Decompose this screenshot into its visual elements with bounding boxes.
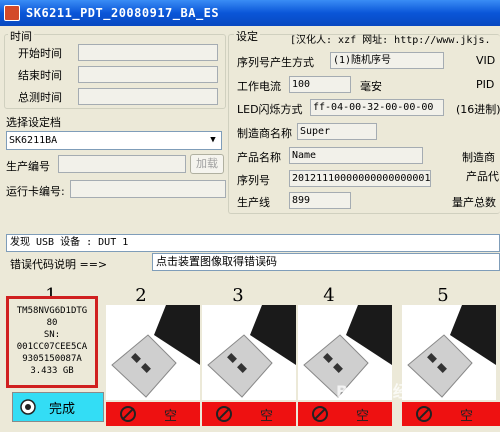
no-entry-icon: [216, 406, 232, 422]
device-found-line: 发现 USB 设备 : DUT 1: [6, 234, 500, 252]
serial-mode-label: 序列号产生方式: [237, 56, 314, 69]
maker-label: 制造商名称: [237, 127, 292, 140]
pid-label: PID: [476, 78, 495, 91]
vid-label: VID: [476, 54, 496, 67]
line-label: 生产线: [237, 196, 270, 209]
maker-field[interactable]: Super: [297, 123, 377, 140]
watermark: Baidu 经验: [336, 382, 425, 401]
slot-2-usb-image[interactable]: [106, 305, 200, 400]
slot-1-info-sn-b: 9305150087A: [22, 354, 82, 364]
manufacturer-label: 制造商: [462, 151, 495, 164]
slot-1-status[interactable]: 完成: [12, 392, 104, 422]
slot-1-info-model: TM58NVG6D1DTG: [16, 306, 88, 316]
serial-label: 生产编号: [6, 160, 50, 173]
current-label: 工作电流: [237, 80, 281, 93]
led-field[interactable]: ff-04-00-32-00-00-00: [310, 99, 444, 116]
end-time-label: 结束时间: [18, 69, 62, 82]
start-time-field: [78, 44, 218, 61]
runcard-field[interactable]: [70, 180, 226, 198]
error-code-field: 点击装置图像取得错误码: [152, 253, 500, 271]
slot-5-number: 5: [437, 285, 449, 306]
settings-header-note: [汉化人: xzf 网址: http://www.jkjs.: [290, 35, 491, 46]
config-select[interactable]: SK6211BA ▼: [6, 131, 222, 150]
serial-field[interactable]: [58, 155, 186, 173]
slot-4-status-text: 空: [356, 408, 370, 424]
slot-1-info-code: 80: [46, 318, 58, 328]
total-time-label: 总测时间: [18, 91, 62, 104]
gear-icon: [20, 399, 36, 415]
slot-1-status-text: 完成: [49, 401, 76, 417]
no-entry-icon: [416, 406, 432, 422]
error-code-label: 错误代码说明 ==>: [10, 258, 108, 271]
chevron-down-icon[interactable]: ▼: [205, 132, 221, 149]
slot-5-status-text: 空: [460, 408, 474, 424]
serial-number-label: 序列号: [237, 174, 270, 187]
time-group-label: 时间: [8, 28, 34, 44]
slot-1-info-sn-a: 001CC07CEE5CA: [16, 342, 88, 352]
title-bar[interactable]: SK6211_PDT_20080917_BA_ES: [0, 0, 500, 26]
led-label: LED闪烁方式: [237, 103, 303, 116]
slot-2-number: 2: [135, 285, 147, 306]
end-time-field: [78, 66, 218, 83]
slot-4-number: 4: [323, 285, 335, 306]
slot-3-usb-image[interactable]: [202, 305, 296, 400]
serial-mode-field[interactable]: (1)随机序号: [330, 52, 444, 69]
slot-2-status[interactable]: 空: [106, 402, 200, 426]
window-title: SK6211_PDT_20080917_BA_ES: [26, 6, 220, 20]
slot-3-number: 3: [232, 285, 244, 306]
slot-2-status-text: 空: [164, 408, 178, 424]
product-name-label: 产品名称: [237, 151, 281, 164]
slot-3-status-text: 空: [260, 408, 274, 424]
start-time-label: 开始时间: [18, 47, 62, 60]
select-config-label: 选择设定档: [6, 116, 61, 129]
current-field[interactable]: 100: [289, 76, 351, 93]
slot-4-status[interactable]: 空: [298, 402, 392, 426]
slot-1-info-sn-label: SN:: [43, 330, 61, 340]
settings-group-label: 设定: [234, 28, 260, 44]
product-code-label: 产品代: [466, 170, 499, 183]
product-name-field[interactable]: Name: [289, 147, 423, 164]
total-time-field: [78, 88, 218, 105]
led-hex-note: (16进制): [456, 103, 500, 116]
load-button[interactable]: 加载: [190, 154, 224, 174]
serial-number-field[interactable]: 20121110000000000000001: [289, 170, 431, 187]
no-entry-icon: [312, 406, 328, 422]
slot-3-status[interactable]: 空: [202, 402, 296, 426]
app-icon: [4, 5, 20, 21]
current-unit: 毫安: [360, 80, 382, 93]
slot-1-panel[interactable]: TM58NVG6D1DTG 80 SN: 001CC07CEE5CA 93051…: [6, 296, 98, 388]
slot-5-status[interactable]: 空: [402, 402, 500, 426]
line-field[interactable]: 899: [289, 192, 351, 209]
config-select-value: SK6211BA: [9, 135, 58, 146]
no-entry-icon: [120, 406, 136, 422]
runcard-label: 运行卡编号:: [6, 185, 65, 198]
slot-1-info-capacity: 3.433 GB: [30, 366, 74, 376]
total-count-label: 量产总数: [452, 196, 496, 209]
